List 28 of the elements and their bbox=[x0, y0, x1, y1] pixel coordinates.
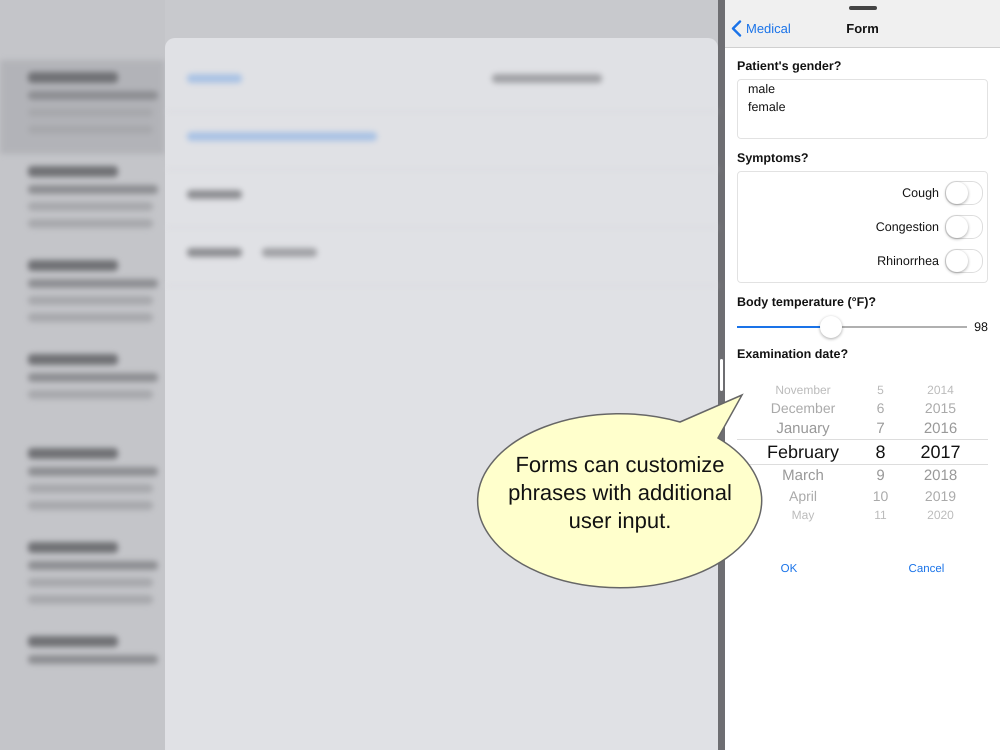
symptom-label: Rhinorrhea bbox=[877, 254, 939, 268]
picker-row[interactable]: December 6 2015 bbox=[765, 398, 1000, 418]
picker-row[interactable]: March 9 2018 bbox=[765, 465, 1000, 486]
chevron-left-icon bbox=[731, 20, 742, 37]
question-label: Examination date? bbox=[737, 347, 850, 361]
grabber-handle[interactable] bbox=[848, 6, 876, 10]
picker-row[interactable]: January 7 2016 bbox=[765, 418, 1000, 439]
symptom-label: Cough bbox=[902, 186, 939, 200]
option-list[interactable]: male female bbox=[737, 79, 988, 139]
option-text[interactable]: male bbox=[748, 82, 977, 100]
slider-thumb[interactable] bbox=[820, 316, 842, 338]
dialog-button[interactable]: OK bbox=[774, 561, 804, 577]
dialog-button[interactable]: Cancel bbox=[902, 561, 950, 577]
question-label: Symptoms? bbox=[737, 151, 810, 165]
picker-row[interactable]: February 8 2017 bbox=[737, 439, 988, 465]
symptom-label: Congestion bbox=[876, 220, 939, 234]
toggle-switch[interactable] bbox=[945, 249, 983, 273]
toggle-switch[interactable] bbox=[945, 215, 983, 239]
question-label: Patient's gender? bbox=[737, 59, 842, 73]
callout-text: Forms can customize phrases with additional user input. bbox=[507, 451, 733, 535]
form-title: Form bbox=[846, 21, 879, 36]
back-button[interactable]: Medical bbox=[731, 20, 791, 37]
toggle-switch[interactable] bbox=[945, 181, 983, 205]
question-label: Body temperature (°F)? bbox=[737, 295, 878, 309]
picker-row[interactable]: April 10 2019 bbox=[765, 486, 1000, 506]
option-text[interactable]: female bbox=[748, 100, 977, 118]
slider-value: 98 bbox=[974, 320, 988, 334]
resize-handle[interactable] bbox=[720, 359, 723, 391]
